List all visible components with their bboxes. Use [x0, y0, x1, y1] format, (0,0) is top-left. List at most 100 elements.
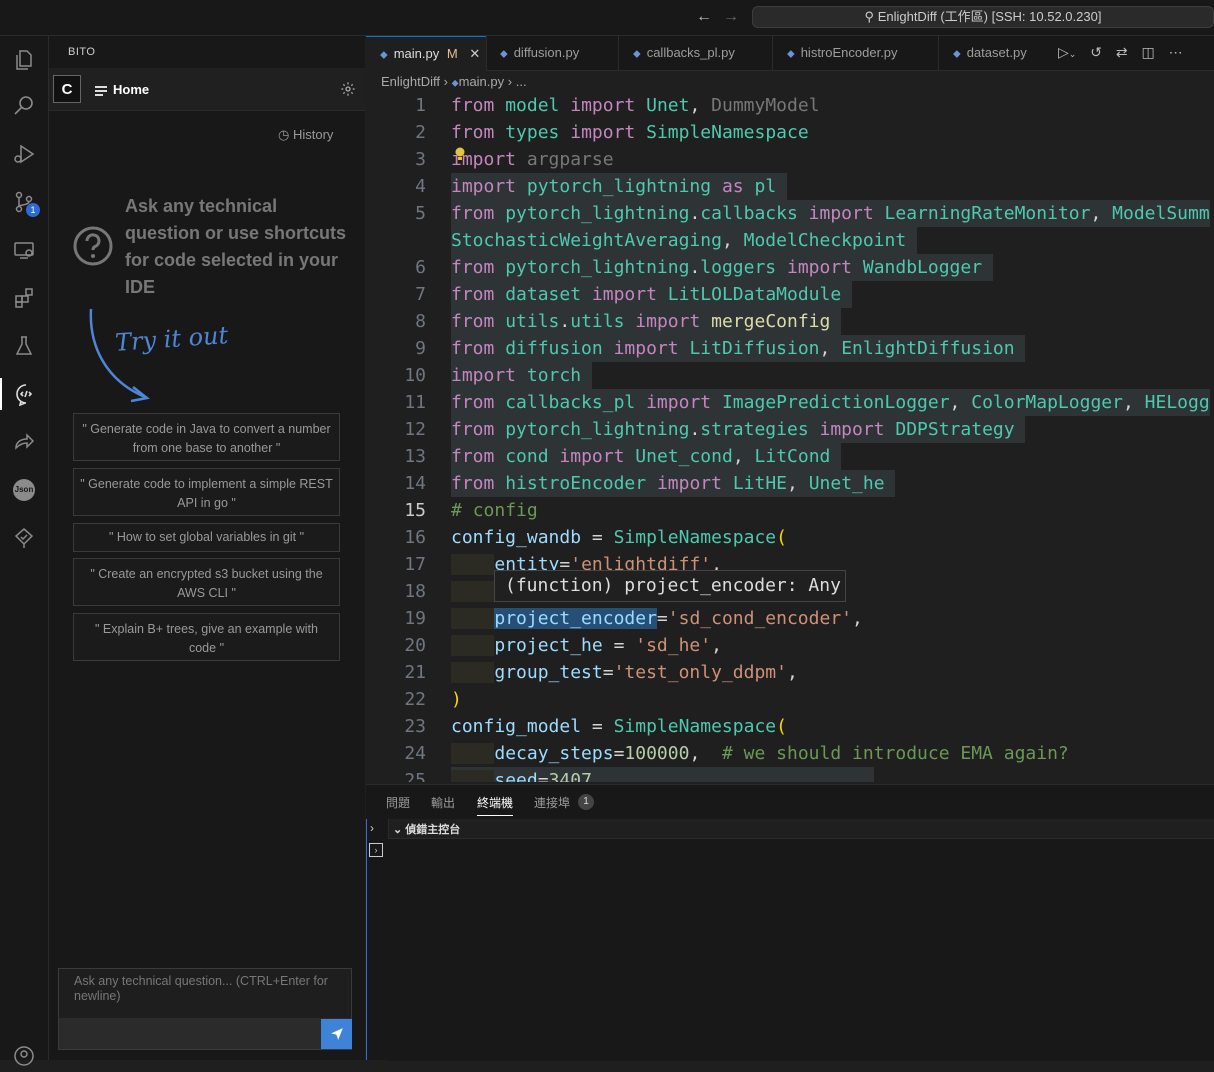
- chevron-down-icon[interactable]: ⌄: [1069, 49, 1077, 59]
- line-number: 8: [415, 311, 426, 332]
- code-editor[interactable]: 1 from model import Unet, DummyModel 2 fro…: [366, 92, 1214, 782]
- code-line: 23 config_model = SimpleNamespace(: [366, 713, 1214, 740]
- code-text: from pytorch_lightning.loggers import Wa…: [451, 254, 993, 281]
- chevron-right-icon[interactable]: ›: [370, 821, 374, 835]
- search-icon[interactable]: [8, 90, 40, 122]
- command-center-label: EnlightDiff (工作區) [SSH: 10.52.0.230]: [877, 9, 1102, 24]
- close-icon[interactable]: ✕: [469, 46, 480, 61]
- code-line: 22): [366, 686, 1214, 713]
- line-number: 2: [415, 122, 426, 143]
- explorer-icon[interactable]: [8, 44, 40, 76]
- code-line: 4 import pytorch_lightning as pl: [366, 173, 1214, 200]
- code-text: ): [451, 689, 462, 710]
- code-line: 16 config_wandb = SimpleNamespace(: [366, 524, 1214, 551]
- panel-tab-output[interactable]: 輸出: [431, 794, 455, 811]
- code-text: StochasticWeightAveraging, ModelCheckpoi…: [451, 227, 918, 254]
- line-number: 7: [415, 284, 426, 305]
- forward-arrow-icon[interactable]: →: [723, 8, 739, 26]
- history-icon: ◷: [278, 127, 293, 142]
- suggestion-item[interactable]: " Create an encrypted s3 bucket using th…: [73, 558, 340, 606]
- line-number: 6: [415, 257, 426, 278]
- code-text: project_he = 'sd_he',: [451, 632, 722, 659]
- debug-console-header[interactable]: ⌄ 偵錯主控台: [393, 821, 460, 837]
- tab-label: dataset.py: [966, 45, 1027, 60]
- timeline-icon[interactable]: ↺: [1090, 44, 1102, 60]
- compare-changes-icon[interactable]: ⇄: [1116, 44, 1128, 60]
- tab-histroencoder-py[interactable]: ⬥ histroEncoder.py: [787, 36, 898, 70]
- remote-explorer-icon[interactable]: [8, 234, 40, 266]
- back-arrow-icon[interactable]: ←: [696, 8, 712, 26]
- breadcrumb-item[interactable]: EnlightDiff: [381, 74, 440, 89]
- send-button[interactable]: [321, 1019, 352, 1049]
- code-text: from histroEncoder import LitHE, Unet_he: [451, 470, 896, 497]
- python-icon: ⬥: [451, 78, 459, 89]
- run-icon[interactable]: ▷: [1058, 44, 1069, 60]
- code-line: 6 from pytorch_lightning.loggers import W…: [366, 254, 1214, 281]
- testing-icon[interactable]: [8, 330, 40, 362]
- lightbulb-icon[interactable]: [454, 147, 466, 166]
- code-line: 13 from cond import Unet_cond, LitCond: [366, 443, 1214, 470]
- debug-console-body[interactable]: [388, 838, 1214, 1061]
- scm-badge: 1: [26, 203, 40, 217]
- suggestion-item[interactable]: " Explain B+ trees, give an example with…: [73, 613, 340, 661]
- terminal-icon[interactable]: ›: [369, 843, 383, 857]
- panel-tab-ports[interactable]: 連接埠: [534, 794, 570, 811]
- line-number: 16: [404, 527, 426, 548]
- panel-side-strip: › ›: [366, 819, 389, 1060]
- bito-avatar[interactable]: C: [53, 75, 81, 103]
- line-number: 13: [404, 446, 426, 467]
- code-line: 11 from callbacks_pl import ImagePredicti…: [366, 389, 1214, 416]
- send-icon: [330, 1028, 343, 1040]
- extensions-icon[interactable]: [8, 282, 40, 314]
- panel-tab-terminal[interactable]: 終端機: [477, 794, 514, 816]
- code-line: StochasticWeightAveraging, ModelCheckpoi…: [366, 227, 1214, 254]
- tab-label: main.py: [393, 46, 440, 61]
- command-center[interactable]: ⚲ EnlightDiff (工作區) [SSH: 10.52.0.230]: [752, 6, 1214, 28]
- suggestion-item[interactable]: " How to set global variables in git ": [73, 523, 340, 552]
- python-icon: ⬥: [633, 48, 641, 60]
- tab-divider: [486, 36, 487, 70]
- tab-divider: [618, 36, 619, 70]
- chevron-down-icon: ⌄: [393, 824, 406, 836]
- code-line: 7 from dataset import LitLOLDataModule: [366, 281, 1214, 308]
- code-text: from pytorch_lightning.strategies import…: [451, 416, 1026, 443]
- gear-icon[interactable]: [340, 81, 356, 102]
- suggestion-item[interactable]: " Generate code to implement a simple RE…: [73, 468, 340, 516]
- breadcrumb-item[interactable]: ...: [516, 74, 527, 89]
- breadcrumb-item[interactable]: main.py: [459, 74, 505, 89]
- history-button[interactable]: ◷ History: [278, 127, 333, 143]
- code-line: 25 seed=3407,: [366, 767, 1214, 782]
- code-line: 8 from utils.utils import mergeConfig: [366, 308, 1214, 335]
- tab-main-py[interactable]: ⬥ main.py M ✕: [366, 36, 486, 71]
- tab-diffusion-py[interactable]: ⬥ diffusion.py: [500, 36, 579, 70]
- line-number: 21: [404, 662, 426, 683]
- tree-check-icon[interactable]: [8, 522, 40, 554]
- code-text: [451, 578, 495, 605]
- run-debug-icon[interactable]: [8, 138, 40, 170]
- tab-callbacks-pl-py[interactable]: ⬥ callbacks_pl.py: [633, 36, 735, 70]
- code-text: from diffusion import LitDiffusion, Enli…: [451, 335, 1026, 362]
- account-icon[interactable]: [8, 1040, 40, 1072]
- code-line: 12 from pytorch_lightning.strategies impo…: [366, 416, 1214, 443]
- search-icon: ⚲: [864, 9, 878, 24]
- hover-tooltip: (function) project_encoder: Any: [494, 570, 846, 602]
- tab-dataset-py[interactable]: ⬥ dataset.py: [953, 36, 1027, 70]
- line-number: 24: [404, 743, 426, 764]
- panel-tab-problems[interactable]: 問題: [386, 794, 410, 811]
- line-number: 4: [415, 176, 426, 197]
- json-icon-label: Json: [13, 479, 35, 501]
- bito-icon[interactable]: [0, 378, 50, 410]
- live-share-icon[interactable]: [8, 426, 40, 458]
- menu-lines-icon: [95, 84, 107, 98]
- json-icon[interactable]: Json: [8, 474, 40, 506]
- code-line: 2 from types import SimpleNamespace: [366, 119, 1214, 146]
- more-actions-icon[interactable]: ⋯: [1169, 44, 1183, 60]
- code-text: # config: [451, 500, 538, 521]
- suggestion-item[interactable]: " Generate code in Java to convert a num…: [73, 413, 340, 461]
- home-tab[interactable]: Home: [95, 82, 149, 98]
- code-text: from callbacks_pl import ImagePrediction…: [451, 389, 1210, 416]
- code-line: 10 import torch: [366, 362, 1214, 389]
- tab-divider: [772, 36, 773, 70]
- split-editor-icon[interactable]: ◫: [1141, 44, 1154, 60]
- line-number: 22: [404, 689, 426, 710]
